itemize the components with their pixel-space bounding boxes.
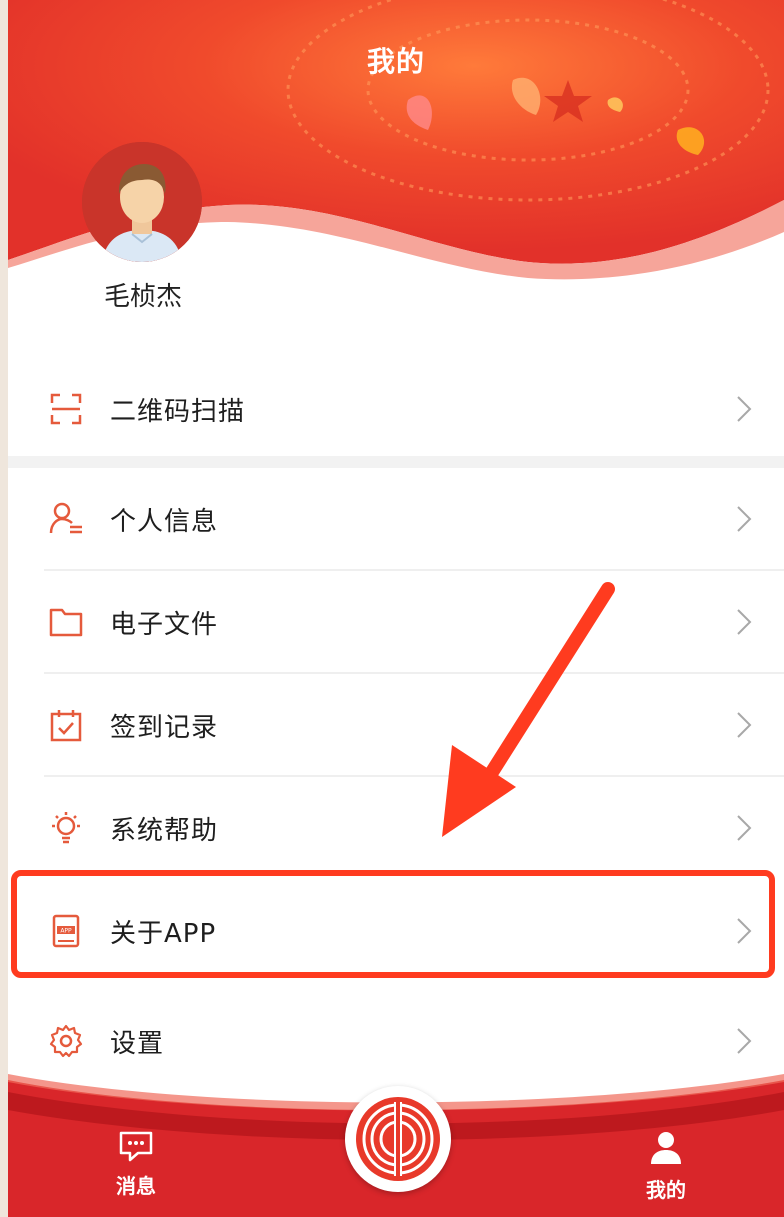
- tab-label: 消息: [116, 1174, 156, 1198]
- page-title: 我的: [366, 45, 425, 78]
- gear-icon: [49, 1024, 83, 1058]
- chevron-right-icon: [737, 506, 752, 532]
- menu-item-label: 签到记录: [110, 712, 219, 743]
- union-logo-icon: [356, 1097, 440, 1181]
- folder-icon: [49, 608, 83, 637]
- menu-item-qr-scan[interactable]: 二维码扫描: [8, 358, 784, 460]
- tab-label: 我的: [646, 1178, 686, 1202]
- chevron-right-icon: [737, 396, 752, 422]
- message-icon: [119, 1131, 153, 1162]
- menu-item-personal-info[interactable]: 个人信息: [8, 468, 784, 570]
- avatar-icon: [82, 142, 202, 262]
- menu-item-check-in-records[interactable]: 签到记录: [8, 674, 784, 776]
- highlight-box: [11, 870, 775, 978]
- scan-icon: [50, 393, 82, 425]
- chevron-right-icon: [737, 1028, 752, 1054]
- app-screen: 我的 毛桢杰 二维码扫描 个人信息 电子文件 签到记录 系统帮助 APP 关于A…: [8, 0, 784, 1217]
- chevron-right-icon: [737, 712, 752, 738]
- profile-header: 我的 毛桢杰: [8, 0, 784, 312]
- pointer-arrow: [442, 582, 615, 837]
- avatar[interactable]: [82, 142, 202, 262]
- chevron-right-icon: [737, 609, 752, 635]
- center-logo-button[interactable]: [345, 1086, 451, 1192]
- tab-mine[interactable]: 我的: [616, 1130, 716, 1203]
- menu-item-electronic-files[interactable]: 电子文件: [8, 571, 784, 673]
- chevron-right-icon: [737, 815, 752, 841]
- username: 毛桢杰: [103, 282, 182, 312]
- calendar-check-icon: [50, 710, 82, 742]
- user-info-icon: [49, 502, 82, 534]
- menu-item-label: 系统帮助: [110, 815, 219, 846]
- tab-messages[interactable]: 消息: [86, 1130, 186, 1199]
- menu-item-label: 二维码扫描: [110, 396, 246, 427]
- person-icon: [651, 1132, 681, 1164]
- menu-item-label: 个人信息: [110, 506, 219, 537]
- menu-item-label: 设置: [110, 1028, 165, 1059]
- menu-item-label: 电子文件: [110, 609, 219, 640]
- section-gap: [8, 456, 784, 468]
- bottom-tab-bar: 消息 我的: [8, 1070, 784, 1217]
- lightbulb-icon: [52, 812, 80, 844]
- menu-item-system-help[interactable]: 系统帮助: [8, 777, 784, 879]
